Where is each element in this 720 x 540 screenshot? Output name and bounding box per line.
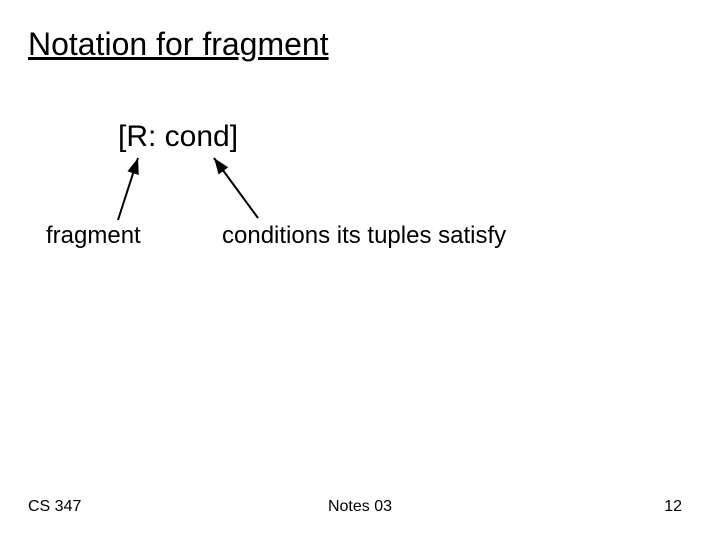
arrows-svg bbox=[0, 0, 720, 540]
arrow-to-cond bbox=[214, 158, 258, 218]
footer-notes: Notes 03 bbox=[0, 498, 720, 516]
notation-text: [R: cond] bbox=[118, 120, 238, 154]
label-fragment: fragment bbox=[46, 222, 141, 250]
slide-title: Notation for fragment bbox=[28, 26, 329, 63]
arrow-to-r bbox=[118, 158, 138, 220]
footer-page-number: 12 bbox=[664, 498, 682, 516]
label-conditions: conditions its tuples satisfy bbox=[222, 222, 506, 250]
slide: Notation for fragment [R: cond] fragment… bbox=[0, 0, 720, 540]
